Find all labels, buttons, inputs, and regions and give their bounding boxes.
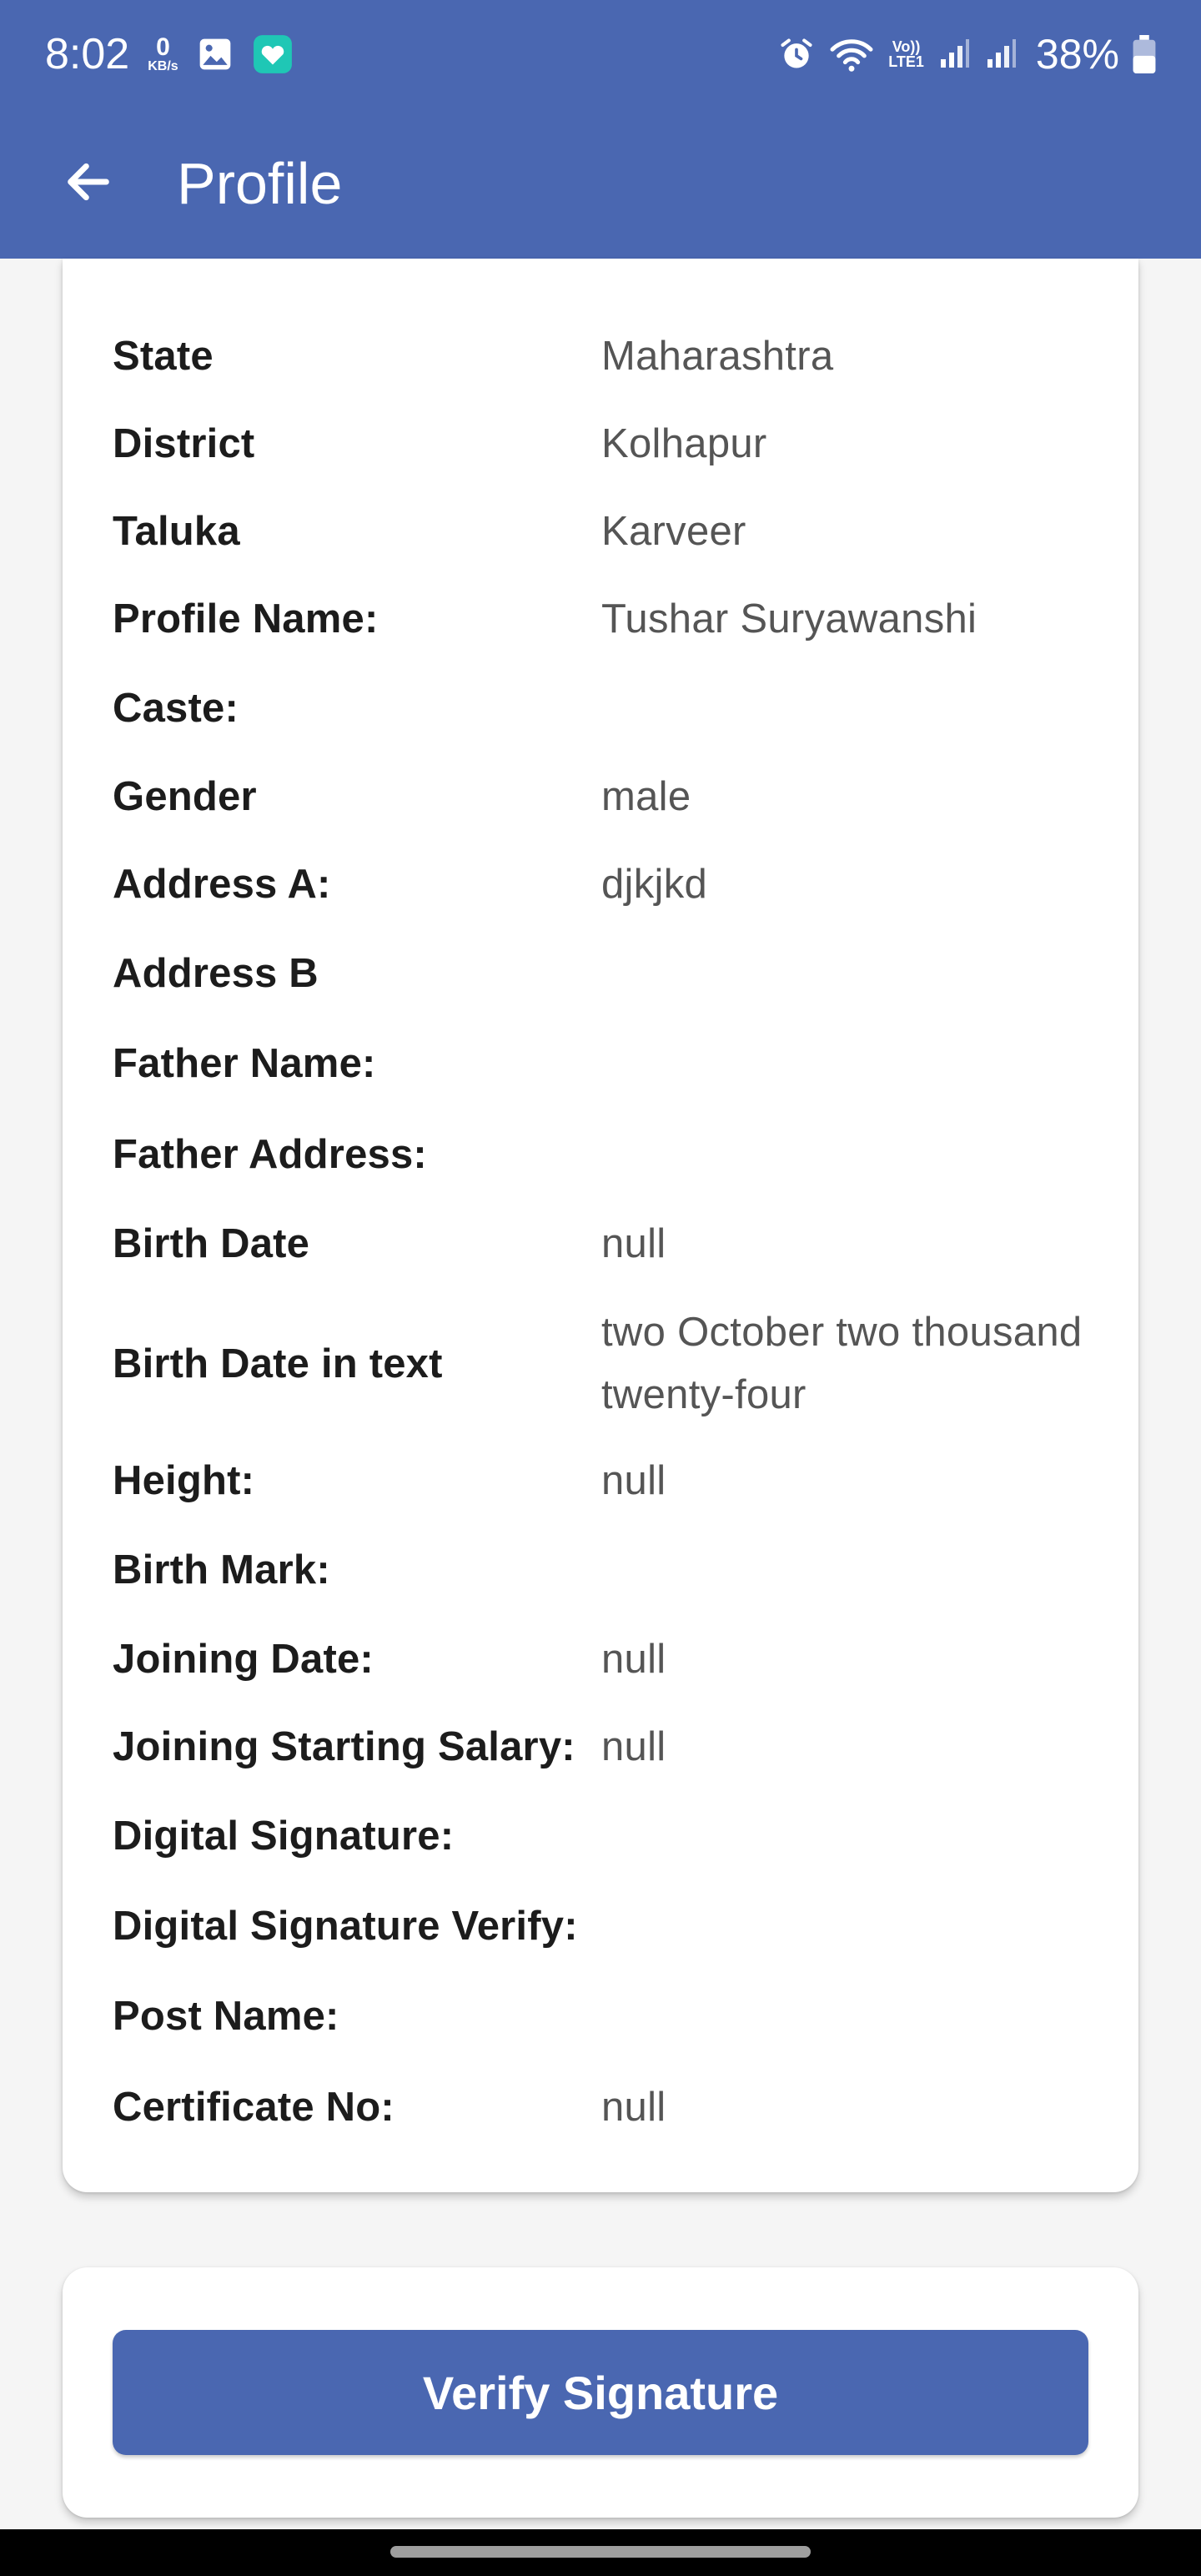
row-value: Tushar Suryawanshi xyxy=(601,596,977,641)
row-label: Birth Mark: xyxy=(113,1547,330,1592)
alarm-icon xyxy=(778,36,815,73)
status-time: 8:02 xyxy=(45,30,130,78)
row-label: Digital Signature Verify: xyxy=(113,1904,578,1949)
profile-row-post-name: Post Name: xyxy=(113,1979,1113,2054)
profile-details-card: State Maharashtra District Kolhapur Talu… xyxy=(63,259,1138,2192)
row-label: Father Address: xyxy=(113,1132,427,1177)
profile-row-joining-date: Joining Date: null xyxy=(113,1622,1113,1697)
row-label: Joining Date: xyxy=(113,1637,374,1682)
row-value: null xyxy=(601,1636,666,1682)
row-value: two October two thousand twenty-four xyxy=(601,1310,1083,1417)
row-value: djkjkd xyxy=(601,861,708,907)
row-label: Gender xyxy=(113,774,257,819)
row-label: Height: xyxy=(113,1458,255,1503)
row-label: Address A: xyxy=(113,862,331,907)
profile-row-digital-signature: Digital Signature: xyxy=(113,1799,1113,1874)
row-label: Taluka xyxy=(113,509,240,554)
row-value: null xyxy=(601,2084,666,2130)
profile-row-district: District Kolhapur xyxy=(113,406,1113,481)
profile-row-joining-salary: Joining Starting Salary: null xyxy=(113,1709,1113,1784)
profile-row-birth-mark: Birth Mark: xyxy=(113,1532,1113,1607)
back-button[interactable] xyxy=(47,142,130,225)
arrow-left-icon xyxy=(62,155,115,213)
toolbar: Profile xyxy=(0,108,1201,259)
profile-row-address-a: Address A: djkjkd xyxy=(113,847,1113,922)
profile-row-caste: Caste: xyxy=(113,671,1113,746)
signal-icon xyxy=(937,38,971,71)
profile-row-birth-date-text: Birth Date in text two October two thous… xyxy=(113,1293,1113,1435)
profile-row-father-name: Father Name: xyxy=(113,1026,1113,1101)
volte-indicator: Vo)) LTE1 xyxy=(888,38,924,70)
row-value: null xyxy=(601,1723,666,1769)
profile-row-state: State Maharashtra xyxy=(113,319,1113,394)
battery-icon xyxy=(1133,35,1156,73)
page-title: Profile xyxy=(177,151,343,216)
signal-icon xyxy=(984,38,1018,71)
app-notification-icon xyxy=(252,33,294,75)
status-bar: 8:02 0 KB/s Vo)) LTE1 38% xyxy=(0,0,1201,108)
row-label: Address B xyxy=(113,951,319,996)
battery-percent: 38% xyxy=(1035,31,1119,78)
profile-row-profile-name: Profile Name: Tushar Suryawanshi xyxy=(113,581,1113,657)
row-label: State xyxy=(113,334,214,379)
row-label: Birth Date xyxy=(113,1221,310,1266)
actions-card: Verify Signature xyxy=(63,2267,1138,2518)
gallery-icon xyxy=(197,36,234,73)
row-label: District xyxy=(113,421,255,466)
system-navigation-bar xyxy=(0,2529,1201,2576)
row-value: Maharashtra xyxy=(601,333,834,379)
row-label: Birth Date in text xyxy=(113,1341,443,1386)
row-label: Profile Name: xyxy=(113,596,379,641)
row-label: Father Name: xyxy=(113,1041,376,1086)
profile-row-digital-signature-verify: Digital Signature Verify: xyxy=(113,1889,1113,1964)
profile-row-address-b: Address B xyxy=(113,936,1113,1011)
row-label: Caste: xyxy=(113,686,239,731)
profile-row-taluka: Taluka Karveer xyxy=(113,494,1113,569)
home-gesture-handle[interactable] xyxy=(390,2546,811,2558)
verify-signature-button[interactable]: Verify Signature xyxy=(113,2330,1088,2455)
row-label: Post Name: xyxy=(113,1994,339,2039)
profile-row-gender: Gender male xyxy=(113,759,1113,834)
wifi-icon xyxy=(828,35,875,73)
app-bar: 8:02 0 KB/s Vo)) LTE1 38% Profile xyxy=(0,0,1201,259)
row-value: male xyxy=(601,773,691,819)
profile-row-height: Height: null xyxy=(113,1443,1113,1518)
row-label: Digital Signature: xyxy=(113,1814,455,1859)
network-speed: 0 KB/s xyxy=(148,33,178,73)
profile-row-certificate-no: Certificate No: null xyxy=(113,2070,1113,2145)
row-label: Joining Starting Salary: xyxy=(113,1724,575,1769)
profile-row-birth-date: Birth Date null xyxy=(113,1206,1113,1281)
row-value: Karveer xyxy=(601,508,746,554)
row-value: null xyxy=(601,1220,666,1266)
row-value: null xyxy=(601,1457,666,1503)
row-label: Certificate No: xyxy=(113,2085,394,2130)
row-value: Kolhapur xyxy=(601,420,767,466)
profile-row-father-address: Father Address: xyxy=(113,1117,1113,1192)
